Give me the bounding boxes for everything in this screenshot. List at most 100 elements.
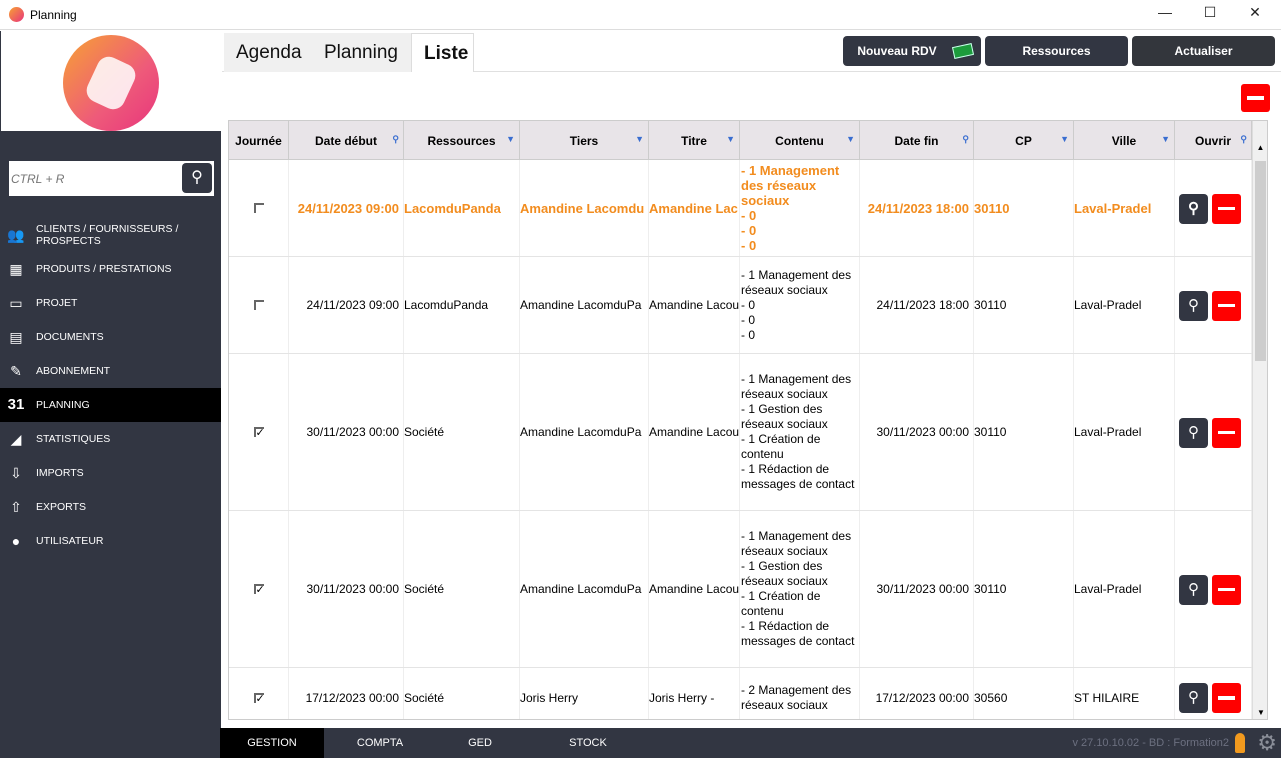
- scroll-down-icon[interactable]: ▼: [1253, 708, 1267, 717]
- table-row[interactable]: ✓ 17/12/2023 00:00 Société Joris Herry Joris…: [229, 668, 1252, 719]
- journee-checkbox[interactable]: ✓: [253, 584, 265, 596]
- cp-cell: 30560: [974, 668, 1074, 719]
- scrollbar-thumb[interactable]: [1255, 161, 1266, 361]
- version-label: v 27.10.10.02 - BD : Formation2: [1072, 737, 1229, 749]
- delete-button[interactable]: [1212, 290, 1241, 321]
- table-row[interactable]: 24/11/2023 09:00 LacomduPanda Amandine Lac…: [229, 160, 1252, 257]
- filter-icon[interactable]: ▼: [846, 134, 855, 144]
- contenu-line: - 0: [741, 208, 757, 223]
- table-row[interactable]: 24/11/2023 09:00 LacomduPanda Amandine Lac…: [229, 257, 1252, 354]
- bottom-tab-ged[interactable]: GED: [430, 728, 530, 758]
- contenu-line: - 1 Création de contenu: [741, 432, 821, 461]
- column-header-7[interactable]: CP ▼: [974, 121, 1074, 160]
- journee-checkbox[interactable]: [253, 203, 264, 213]
- column-header-1[interactable]: Date début ⚲: [289, 121, 404, 160]
- delete-button[interactable]: [1212, 193, 1241, 224]
- column-header-9[interactable]: Ouvrir ⚲: [1175, 121, 1252, 160]
- column-header-label: Titre: [681, 133, 707, 148]
- sidebar-item-documents[interactable]: ▤ DOCUMENTS: [0, 320, 221, 354]
- new-appointment-button[interactable]: Nouveau RDV: [843, 36, 981, 66]
- cp-cell: 30110: [974, 354, 1074, 510]
- document-icon: ▤: [9, 329, 23, 345]
- search-filter-icon[interactable]: ⚲: [1240, 134, 1247, 145]
- column-header-0[interactable]: Journée: [229, 121, 289, 160]
- sidebar-item-produits[interactable]: ▦ PRODUITS / PRESTATIONS: [0, 252, 221, 286]
- filter-icon[interactable]: ▼: [726, 134, 735, 144]
- new-appointment-label: Nouveau RDV: [857, 44, 937, 58]
- sidebar-item-planning[interactable]: 31 PLANNING: [0, 388, 221, 422]
- search-input[interactable]: [9, 161, 179, 196]
- arrow-down-circle-icon: ⇩: [10, 465, 22, 481]
- maximize-button[interactable]: ☐: [1195, 4, 1225, 24]
- filter-icon[interactable]: ▼: [1161, 134, 1170, 144]
- delete-button[interactable]: [1212, 574, 1241, 605]
- search-button[interactable]: ⚲: [182, 163, 212, 193]
- sidebar-item-exports[interactable]: ⇧ EXPORTS: [0, 490, 221, 524]
- sidebar-item-abonnement[interactable]: ✎ ABONNEMENT: [0, 354, 221, 388]
- column-header-5[interactable]: Contenu ▼: [740, 121, 860, 160]
- minimize-button[interactable]: —: [1150, 4, 1180, 24]
- date-fin-cell: 24/11/2023 18:00: [860, 160, 974, 256]
- search-filter-icon[interactable]: ⚲: [392, 134, 399, 145]
- filter-icon[interactable]: ▼: [506, 134, 515, 144]
- bottom-tab-stock[interactable]: STOCK: [538, 728, 638, 758]
- column-header-label: Contenu: [775, 133, 824, 148]
- contract-icon: ✎: [10, 363, 22, 379]
- column-header-2[interactable]: Ressources ▼: [404, 121, 520, 160]
- contenu-line: - 0: [741, 312, 756, 327]
- contenu-line: - 1 Gestion des réseaux sociaux: [741, 559, 828, 588]
- sidebar-item-label: PROJET: [36, 297, 78, 309]
- bottom-tab-gestion[interactable]: GESTION: [220, 728, 324, 758]
- ville-cell: ST HILAIRE: [1074, 668, 1175, 719]
- search-filter-icon[interactable]: ⚲: [962, 134, 969, 145]
- journee-checkbox[interactable]: ✓: [253, 427, 265, 439]
- cp-cell: 30110: [974, 160, 1074, 256]
- open-button[interactable]: ⚲: [1179, 417, 1208, 448]
- sidebar-item-clients[interactable]: 👥 CLIENTS / FOURNISSEURS / PROSPECTS: [0, 218, 221, 252]
- users-icon: 👥: [7, 227, 25, 243]
- open-button[interactable]: ⚲: [1179, 290, 1208, 321]
- sidebar-item-statistiques[interactable]: ◢ STATISTIQUES: [0, 422, 221, 456]
- sidebar-item-imports[interactable]: ⇩ IMPORTS: [0, 456, 221, 490]
- sidebar-item-label: UTILISATEUR: [36, 535, 104, 547]
- titre-cell: Joris Herry -: [649, 668, 740, 719]
- open-button[interactable]: ⚲: [1179, 683, 1208, 713]
- delete-button[interactable]: [1212, 417, 1241, 448]
- column-header-6[interactable]: Date fin ⚲: [860, 121, 974, 160]
- sidebar-item-utilisateur[interactable]: ● UTILISATEUR: [0, 524, 221, 558]
- scroll-up-icon[interactable]: ▲: [1253, 143, 1267, 152]
- filter-icon[interactable]: ▼: [1060, 134, 1069, 144]
- tab-liste[interactable]: Liste: [411, 33, 474, 72]
- delete-all-button[interactable]: [1241, 84, 1270, 112]
- column-header-label: Date début: [314, 133, 377, 148]
- resources-button[interactable]: Ressources: [985, 36, 1128, 66]
- filter-icon[interactable]: ▼: [635, 134, 644, 144]
- open-button[interactable]: ⚲: [1179, 574, 1208, 605]
- refresh-button[interactable]: Actualiser: [1132, 36, 1275, 66]
- journee-checkbox[interactable]: ✓: [253, 692, 265, 704]
- titre-cell: Amandine Lacou: [649, 257, 740, 353]
- settings-gear-icon[interactable]: ⚙: [1257, 730, 1277, 756]
- open-button[interactable]: ⚲: [1179, 193, 1208, 224]
- journee-cell: ✓: [229, 511, 289, 667]
- tab-agenda[interactable]: Agenda: [224, 33, 312, 72]
- tab-planning[interactable]: Planning: [312, 33, 411, 72]
- contenu-line: - 1 Gestion des réseaux sociaux: [741, 402, 828, 431]
- vertical-scrollbar[interactable]: ▲ ▼: [1252, 121, 1267, 719]
- column-header-label: Ressources: [427, 133, 496, 148]
- sidebar-item-label: DOCUMENTS: [36, 331, 104, 343]
- column-header-4[interactable]: Titre ▼: [649, 121, 740, 160]
- search-icon: ⚲: [1188, 580, 1199, 598]
- column-header-3[interactable]: Tiers ▼: [520, 121, 649, 160]
- column-header-8[interactable]: Ville ▼: [1074, 121, 1175, 160]
- bottom-tab-compta[interactable]: COMPTA: [330, 728, 430, 758]
- table-row[interactable]: ✓ 30/11/2023 00:00 Société Amandine Lacomdu…: [229, 511, 1252, 668]
- user-status-icon[interactable]: [1235, 733, 1245, 753]
- journee-checkbox[interactable]: [253, 300, 264, 310]
- table-row[interactable]: ✓ 30/11/2023 00:00 Société Amandine Lacomdu…: [229, 354, 1252, 511]
- sidebar-item-projet[interactable]: ▭ PROJET: [0, 286, 221, 320]
- close-button[interactable]: ✕: [1240, 4, 1270, 24]
- delete-button[interactable]: [1212, 683, 1241, 713]
- app-logo-icon: [9, 7, 24, 22]
- column-header-label: Journée: [235, 133, 282, 148]
